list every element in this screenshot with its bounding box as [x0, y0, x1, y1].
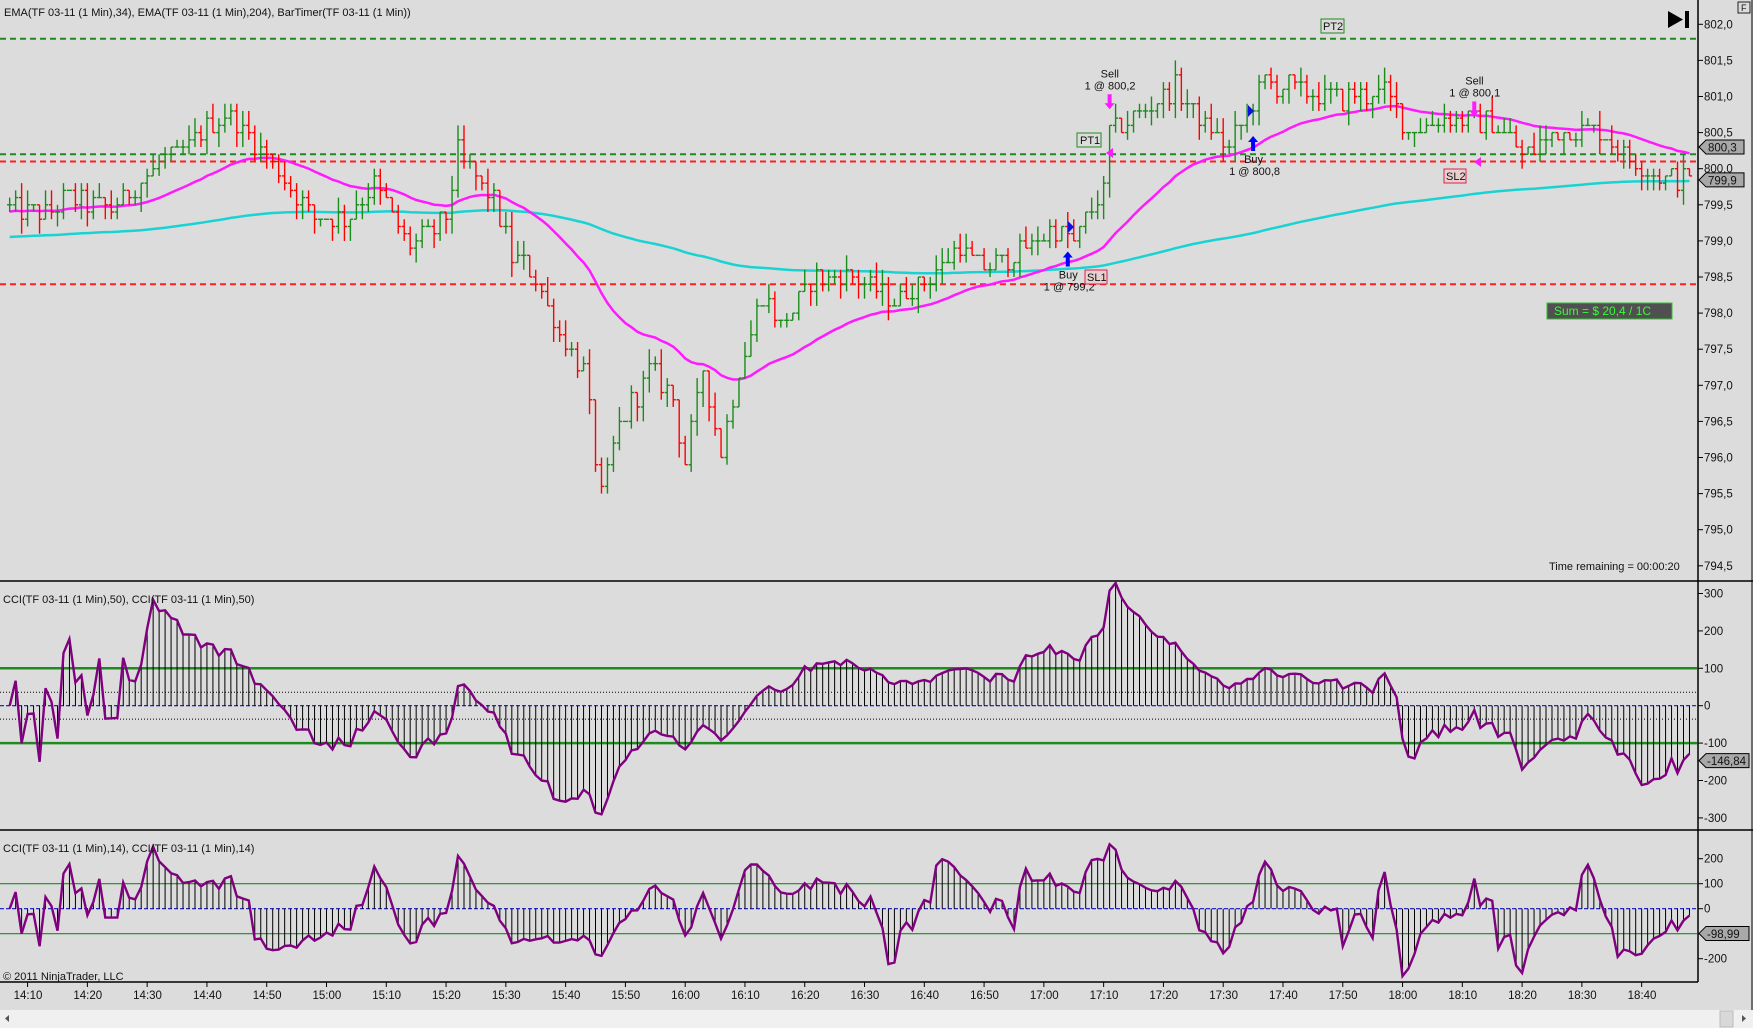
price-tick-label: 801,0	[1704, 92, 1733, 104]
cci-tick-label: 0	[1704, 904, 1710, 916]
price-tick-label: 796,0	[1704, 453, 1733, 465]
price-tick-label: 798,0	[1704, 308, 1733, 320]
trade-fill-label: 1 @ 800,2	[1085, 80, 1136, 92]
time-tick-label: 16:50	[970, 990, 999, 1002]
trade-side-label: Buy	[1059, 269, 1078, 281]
time-tick-label: 17:10	[1090, 990, 1119, 1002]
time-tick-label: 18:00	[1389, 990, 1418, 1002]
price-tick-label: 799,0	[1704, 236, 1733, 248]
time-tick-label: 15:40	[552, 990, 581, 1002]
price-tick-label: 796,5	[1704, 416, 1733, 428]
sl2-text: SL2	[1446, 171, 1466, 183]
price-tick-label: 800,5	[1704, 128, 1733, 140]
price-tick-label: 797,5	[1704, 344, 1733, 356]
pt1-text: PT1	[1080, 135, 1100, 147]
f-button[interactable]: F	[1737, 1, 1751, 14]
price-tick-label: 795,0	[1704, 525, 1733, 537]
pt2-text: PT2	[1323, 21, 1343, 33]
time-tick-label: 18:20	[1508, 990, 1537, 1002]
time-tick-label: 14:30	[133, 990, 162, 1002]
time-tick-label: 16:40	[910, 990, 939, 1002]
price-tick-label: 795,5	[1704, 489, 1733, 501]
trade-side-label: Sell	[1101, 68, 1119, 80]
cci-value-marker: -146,84	[1707, 756, 1747, 768]
price-tick-label: 797,0	[1704, 380, 1733, 392]
order-label-pt1[interactable]: PT1	[1076, 132, 1102, 148]
horizontal-scrollbar[interactable]	[0, 1010, 1753, 1028]
order-label-sl2[interactable]: SL2	[1443, 168, 1467, 184]
price-pane-title: EMA(TF 03-11 (1 Min),34), EMA(TF 03-11 (…	[4, 7, 411, 19]
sum-text: Sum = $ 20,4 / 1C	[1554, 304, 1651, 318]
price-tick-label: 801,5	[1704, 55, 1733, 67]
time-tick-label: 17:20	[1149, 990, 1178, 1002]
cci-tick-label: 200	[1704, 854, 1723, 866]
time-tick-label: 14:20	[73, 990, 102, 1002]
cci-tick-label: 100	[1704, 663, 1723, 675]
time-tick-label: 16:10	[731, 990, 760, 1002]
copyright: © 2011 NinjaTrader, LLC	[3, 971, 124, 983]
time-tick-label: 16:20	[791, 990, 820, 1002]
cci-tick-label: 300	[1704, 589, 1723, 601]
end-bar-icon	[1685, 11, 1689, 28]
cci-tick-label: -300	[1704, 813, 1727, 825]
cci-tick-label: -200	[1704, 776, 1727, 788]
cci-value-marker: -98,99	[1707, 929, 1740, 941]
order-label-sl1[interactable]: SL1	[1084, 269, 1108, 285]
cci14-title: CCI(TF 03-11 (1 Min),14), CCI(TF 03-11 (…	[3, 843, 254, 855]
ninjatrader-chart[interactable]: Buy1 @ 799,2Sell1 @ 800,2Buy1 @ 800,8Sel…	[0, 0, 1753, 1028]
f-text: F	[1741, 3, 1747, 13]
time-tick-label: 18:40	[1628, 990, 1657, 1002]
time-tick-label: 16:00	[671, 990, 700, 1002]
price-tick-label: 799,5	[1704, 200, 1733, 212]
time-tick-label: 14:10	[14, 990, 43, 1002]
cci-tick-label: -100	[1704, 738, 1727, 750]
trade-side-label: Sell	[1465, 75, 1483, 87]
time-tick-label: 15:50	[611, 990, 640, 1002]
last-price-marker: 799,9	[1708, 175, 1737, 187]
time-tick-label: 17:30	[1209, 990, 1238, 1002]
time-tick-label: 17:40	[1269, 990, 1298, 1002]
cci50-title: CCI(TF 03-11 (1 Min),50), CCI(TF 03-11 (…	[3, 594, 254, 606]
price-tick-label: 802,0	[1704, 19, 1733, 31]
cci-tick-label: 100	[1704, 879, 1723, 891]
trade-side-label: Buy	[1244, 154, 1263, 166]
time-tick-label: 18:10	[1448, 990, 1477, 1002]
cci-tick-label: 0	[1704, 701, 1710, 713]
trade-fill-label: 1 @ 800,1	[1449, 87, 1500, 99]
time-tick-label: 15:00	[313, 990, 342, 1002]
time-tick-label: 17:00	[1030, 990, 1059, 1002]
time-tick-label: 15:30	[492, 990, 521, 1002]
time-tick-label: 15:20	[432, 990, 461, 1002]
bar-timer: Time remaining = 00:00:20	[1549, 561, 1680, 573]
scrollbar-track	[0, 1010, 1753, 1028]
time-tick-label: 18:30	[1568, 990, 1597, 1002]
cci-tick-label: -200	[1704, 954, 1727, 966]
time-tick-label: 15:10	[372, 990, 401, 1002]
time-tick-label: 14:40	[193, 990, 222, 1002]
time-tick-label: 17:50	[1329, 990, 1358, 1002]
price-tick-label: 798,5	[1704, 272, 1733, 284]
price-tick-label: 794,5	[1704, 561, 1733, 573]
time-tick-label: 14:50	[253, 990, 282, 1002]
time-tick-label: 16:30	[851, 990, 880, 1002]
cci-tick-label: 200	[1704, 626, 1723, 638]
sum-box: Sum = $ 20,4 / 1C	[1546, 302, 1673, 320]
sl1-text: SL1	[1087, 272, 1107, 284]
order-label-pt2[interactable]: PT2	[1320, 18, 1345, 34]
trade-fill-label: 1 @ 800,8	[1229, 166, 1280, 178]
scrollbar-thumb[interactable]	[1719, 1010, 1734, 1028]
ema-value-marker: 800,3	[1708, 143, 1737, 155]
